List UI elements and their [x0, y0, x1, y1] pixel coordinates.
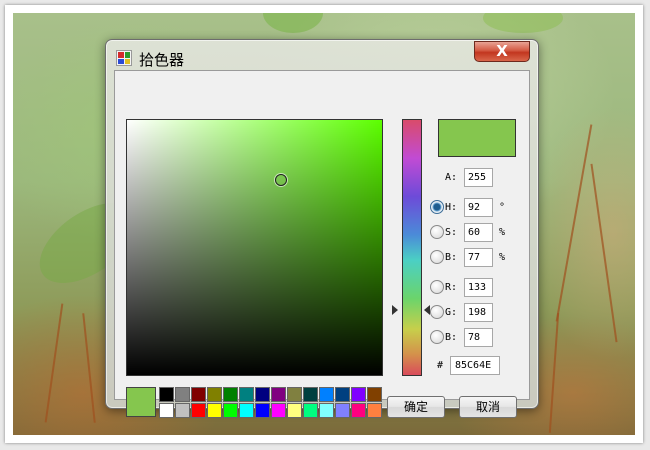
palette-swatch[interactable]: [351, 403, 366, 418]
brightness-input[interactable]: 77: [464, 248, 493, 267]
current-color-swatch: [126, 387, 156, 417]
palette-swatch[interactable]: [191, 387, 206, 402]
palette-swatch[interactable]: [287, 403, 302, 418]
saturation-unit: %: [499, 227, 506, 238]
palette-swatch[interactable]: [303, 387, 318, 402]
red-input[interactable]: 133: [464, 278, 493, 297]
palette-swatch[interactable]: [159, 403, 174, 418]
palette-swatch[interactable]: [319, 387, 334, 402]
moss-stem: [590, 163, 618, 343]
dialog-client-area: A: 255 H: 92 ° S: 60 % B: 77 % R: 133 G:…: [114, 70, 530, 418]
red-label: R:: [445, 282, 458, 293]
moss-stem: [44, 303, 64, 423]
close-button[interactable]: X: [474, 41, 530, 62]
blue-label: B:: [445, 332, 458, 343]
palette-swatch[interactable]: [223, 403, 238, 418]
green-input[interactable]: 198: [464, 303, 493, 322]
color-preview: [438, 119, 516, 157]
blue-input[interactable]: 78: [464, 328, 493, 347]
palette-app-icon: [116, 50, 132, 66]
palette-swatch[interactable]: [207, 403, 222, 418]
color-picker-dialog: 拾色器 X A: 255 H: 92 ° S: 60 % B: 77 % R: …: [105, 39, 539, 418]
palette-swatch[interactable]: [223, 387, 238, 402]
hue-slider-arrow-left[interactable]: [392, 305, 398, 316]
green-radio[interactable]: [430, 305, 444, 319]
saturation-brightness-picker[interactable]: [126, 119, 383, 376]
saturation-input[interactable]: 60: [464, 223, 493, 242]
palette-swatch[interactable]: [239, 403, 254, 418]
palette-swatch[interactable]: [367, 387, 382, 402]
palette-swatch[interactable]: [335, 403, 350, 418]
leaf-shape: [263, 13, 323, 33]
palette-swatch[interactable]: [271, 387, 286, 402]
palette-swatch[interactable]: [351, 387, 366, 402]
palette-swatch[interactable]: [159, 387, 174, 402]
alpha-label: A:: [445, 172, 458, 183]
moss-stem: [82, 313, 96, 423]
hue-unit: °: [499, 202, 506, 213]
palette-swatch[interactable]: [319, 403, 334, 418]
blue-radio[interactable]: [430, 330, 444, 344]
palette-swatch[interactable]: [239, 387, 254, 402]
alpha-input[interactable]: 255: [464, 168, 493, 187]
palette-swatch[interactable]: [287, 387, 302, 402]
palette-swatch[interactable]: [175, 387, 190, 402]
red-radio[interactable]: [430, 280, 444, 294]
hex-input[interactable]: 85C64E: [450, 356, 500, 375]
sv-selection-marker[interactable]: [275, 173, 287, 186]
palette-swatch[interactable]: [367, 403, 382, 418]
title-bar[interactable]: 拾色器 X: [106, 40, 538, 74]
hue-input[interactable]: 92: [464, 198, 493, 217]
palette-swatch[interactable]: [303, 403, 318, 418]
palette-swatch[interactable]: [191, 403, 206, 418]
palette-swatch[interactable]: [175, 403, 190, 418]
window-title: 拾色器: [139, 51, 185, 69]
preset-palette: [159, 387, 398, 418]
moss-stem: [555, 124, 593, 322]
palette-swatch[interactable]: [335, 387, 350, 402]
palette-swatch[interactable]: [255, 403, 270, 418]
palette-swatch[interactable]: [271, 403, 286, 418]
green-label: G:: [445, 307, 458, 318]
moss-stem: [548, 313, 560, 433]
hue-label: H:: [445, 202, 458, 213]
palette-swatch[interactable]: [207, 387, 222, 402]
ok-button[interactable]: 确定: [387, 396, 445, 418]
brightness-unit: %: [499, 252, 506, 263]
saturation-label: S:: [445, 227, 458, 238]
cancel-button[interactable]: 取消: [459, 396, 517, 418]
hue-slider[interactable]: [402, 119, 422, 376]
hue-radio[interactable]: [430, 200, 444, 214]
leaf-shape: [483, 13, 563, 33]
brightness-radio[interactable]: [430, 250, 444, 264]
saturation-radio[interactable]: [430, 225, 444, 239]
hex-prefix: #: [437, 360, 444, 371]
brightness-label: B:: [445, 252, 458, 263]
palette-swatch[interactable]: [255, 387, 270, 402]
